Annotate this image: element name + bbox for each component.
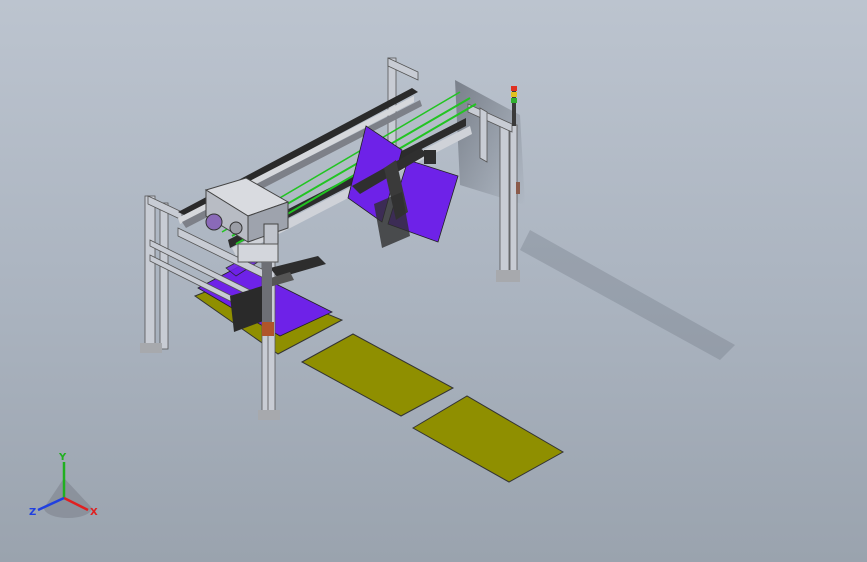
y-axis-label: Y [58,452,67,463]
orientation-triad[interactable]: Y X Z [29,452,98,518]
tower-light-yellow [511,92,517,97]
leg-back-right[interactable] [499,123,510,277]
cad-viewport[interactable]: Y X Z [0,0,867,562]
leg-front-left[interactable] [144,195,156,352]
tower-light-red [511,86,517,91]
tower-light-green [511,98,517,103]
assembly-model[interactable]: Y X Z [0,0,867,562]
pallet-2[interactable] [412,395,565,483]
z-axis-label: Z [29,507,36,518]
x-axis-label: X [90,507,98,518]
pallet-1[interactable] [300,333,455,417]
